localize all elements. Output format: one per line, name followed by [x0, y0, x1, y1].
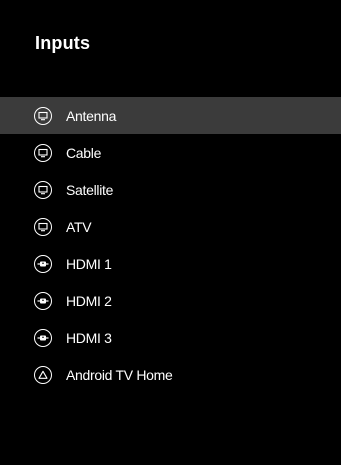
- input-item-label: Antenna: [66, 107, 117, 124]
- tv-icon: [34, 143, 52, 162]
- input-item-hdmi-2[interactable]: HDMI 2: [0, 282, 345, 319]
- right-edge-strip: [341, 0, 345, 475]
- inputs-panel: Inputs Antenna Cable Satellite ATV HDMI …: [0, 0, 345, 465]
- hdmi-icon: [34, 254, 52, 273]
- input-item-label: Satellite: [66, 181, 114, 198]
- input-item-label: ATV: [66, 218, 92, 235]
- input-item-hdmi-3[interactable]: HDMI 3: [0, 319, 345, 356]
- input-item-antenna[interactable]: Antenna: [0, 97, 345, 134]
- input-item-label: HDMI 3: [66, 329, 112, 346]
- input-item-cable[interactable]: Cable: [0, 134, 345, 171]
- tv-icon: [34, 217, 52, 236]
- input-list: Antenna Cable Satellite ATV HDMI 1 HDMI …: [0, 97, 345, 393]
- home-icon: [34, 365, 52, 384]
- panel-title: Inputs: [35, 33, 91, 53]
- input-item-label: Android TV Home: [66, 366, 173, 383]
- input-item-satellite[interactable]: Satellite: [0, 171, 345, 208]
- input-item-android-tv-home[interactable]: Android TV Home: [0, 356, 345, 393]
- input-item-label: HDMI 2: [66, 292, 112, 309]
- hdmi-icon: [34, 291, 52, 310]
- input-item-atv[interactable]: ATV: [0, 208, 345, 245]
- input-item-label: Cable: [66, 144, 102, 161]
- tv-icon: [34, 106, 52, 125]
- input-item-label: HDMI 1: [66, 255, 112, 272]
- tv-icon: [34, 180, 52, 199]
- hdmi-icon: [34, 328, 52, 347]
- input-item-hdmi-1[interactable]: HDMI 1: [0, 245, 345, 282]
